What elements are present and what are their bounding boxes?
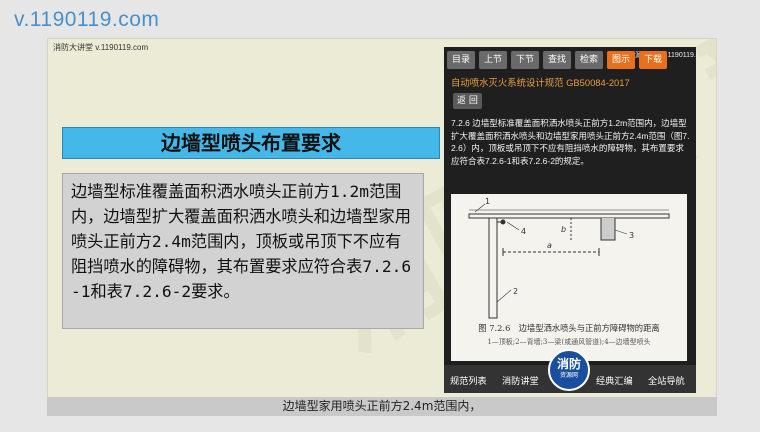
nav-site-navigation[interactable]: 全站导航 (648, 373, 685, 387)
site-url: v.1190119.com (14, 8, 160, 31)
spec-viewer-panel: 消防资源网 www.1190119.com 目录 上节 下节 查找 检索 图示 … (444, 47, 696, 393)
diagram-button[interactable]: 图示 (607, 51, 635, 69)
figure-legend: 1—顶板;2—背墙;3—梁(或通风管道);4—边墙型喷头 (487, 338, 651, 346)
video-subtitle: 边墙型家用喷头正前方2.4m范围内， (47, 397, 717, 416)
figure-7-2-6: 1 2 3 4 a b 图 7.2.6 边墙型洒水喷头与正前方障碍物的距离 1—… (451, 194, 687, 361)
figure-label-2: 2 (513, 287, 518, 296)
find-button[interactable]: 查找 (543, 51, 571, 69)
figure-label-a: a (547, 241, 552, 250)
prev-section-button[interactable]: 上节 (479, 51, 507, 69)
download-button[interactable]: 下载 (639, 51, 667, 69)
nav-classic-collection[interactable]: 经典汇编 (596, 373, 633, 387)
site-logo[interactable]: 消防 资源网 (548, 349, 590, 391)
figure-label-3: 3 (629, 231, 634, 240)
toc-button[interactable]: 目录 (447, 51, 475, 69)
figure-caption: 图 7.2.6 边墙型洒水喷头与正前方障碍物的距离 (478, 323, 660, 333)
nav-fire-lecture[interactable]: 消防讲堂 (502, 373, 539, 387)
slide-title: 边墙型喷头布置要求 (62, 127, 440, 159)
slide-header: 消防大讲堂 v.1190119.com (53, 43, 149, 52)
back-button[interactable]: 返 回 (453, 93, 482, 109)
viewer-toolbar: 目录 上节 下节 查找 检索 图示 下载 (447, 51, 667, 69)
nav-spec-list[interactable]: 规范列表 (450, 373, 487, 387)
ceiling (468, 213, 670, 219)
back-wall (488, 217, 498, 319)
search-button[interactable]: 检索 (575, 51, 603, 69)
beam (600, 218, 616, 241)
logo-sub-text: 资源网 (559, 372, 578, 379)
figure-label-1: 1 (485, 197, 490, 206)
figure-label-4: 4 (521, 227, 526, 236)
figure-label-b: b (561, 225, 566, 234)
logo-main-text: 消防 (556, 357, 581, 371)
slide-content: 边墙型标准覆盖面积洒水喷头正前方1.2m范围内，边墙型扩大覆盖面积洒水喷头和边墙… (62, 173, 424, 329)
next-section-button[interactable]: 下节 (511, 51, 539, 69)
figure-diagram: 1 2 3 4 a b (468, 197, 670, 319)
doc-title: 自动喷水灭火系统设计规范 GB50084-2017 (451, 77, 630, 88)
doc-text: 7.2.6 边墙型标准覆盖面积洒水喷头正前方1.2m范围内，边墙型扩大覆盖面积洒… (451, 118, 690, 166)
